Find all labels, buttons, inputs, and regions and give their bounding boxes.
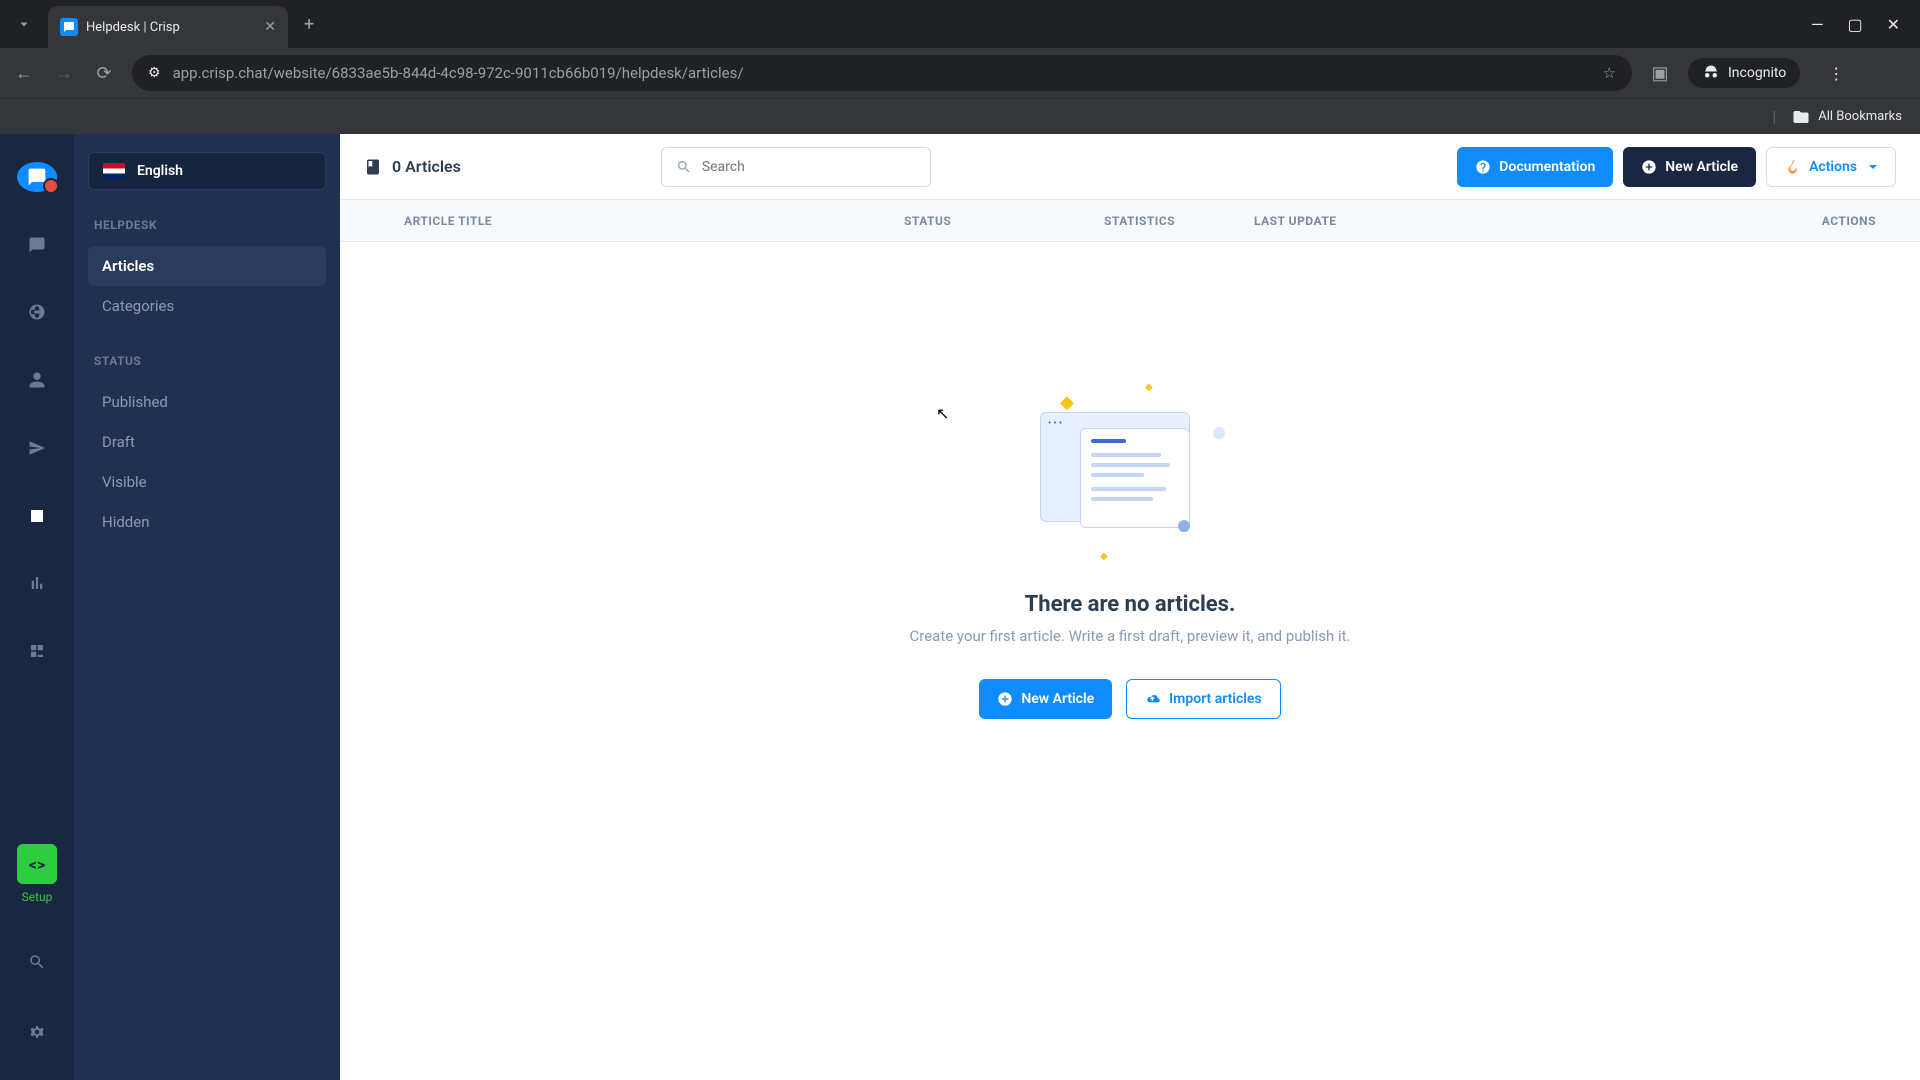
incognito-badge[interactable]: Incognito bbox=[1688, 58, 1800, 88]
main-content: 0 Articles Documentation New Article Act… bbox=[340, 134, 1920, 1080]
tab-search-button[interactable] bbox=[0, 0, 48, 48]
site-settings-icon[interactable]: ⚙ bbox=[148, 65, 161, 81]
search-icon bbox=[676, 159, 692, 175]
sidebar: English HELPDESK Articles Categories STA… bbox=[74, 134, 340, 1080]
tab-close-icon[interactable]: ✕ bbox=[264, 19, 276, 35]
sidebar-item-visible[interactable]: Visible bbox=[88, 462, 326, 502]
col-statistics: STATISTICS bbox=[1104, 214, 1254, 228]
sparkle-icon: ◆ bbox=[1145, 382, 1153, 393]
rail-helpdesk-icon[interactable] bbox=[17, 501, 57, 531]
bookmarks-bar: | All Bookmarks bbox=[0, 98, 1920, 134]
tab-title: Helpdesk | Crisp bbox=[86, 20, 256, 35]
table-header: ARTICLE TITLE STATUS STATISTICS LAST UPD… bbox=[340, 200, 1920, 242]
reload-button[interactable]: ⟳ bbox=[92, 63, 116, 84]
sidebar-item-articles[interactable]: Articles bbox=[88, 246, 326, 286]
incognito-icon bbox=[1702, 64, 1720, 82]
language-selector[interactable]: English bbox=[88, 152, 326, 190]
rail-plugins-icon[interactable] bbox=[17, 636, 57, 666]
empty-new-article-button[interactable]: New Article bbox=[979, 679, 1112, 719]
rail-contacts-icon[interactable] bbox=[17, 365, 57, 395]
crisp-logo[interactable] bbox=[17, 162, 57, 192]
col-last-update: LAST UPDATE bbox=[1254, 214, 1454, 228]
plus-circle-icon bbox=[1641, 159, 1657, 175]
maximize-icon[interactable]: ▢ bbox=[1847, 15, 1862, 34]
icon-rail: <> Setup bbox=[0, 134, 74, 1080]
illustration-dot bbox=[1178, 520, 1190, 532]
col-status: STATUS bbox=[904, 214, 1104, 228]
rail-search-icon[interactable] bbox=[17, 942, 57, 982]
side-panel-icon[interactable]: ▣ bbox=[1648, 63, 1672, 84]
folder-icon bbox=[1792, 108, 1810, 126]
article-count-text: 0 Articles bbox=[392, 157, 461, 176]
browser-tab[interactable]: Helpdesk | Crisp ✕ bbox=[48, 6, 288, 48]
language-label: English bbox=[137, 163, 183, 179]
sidebar-item-hidden[interactable]: Hidden bbox=[88, 502, 326, 542]
flame-icon bbox=[1785, 159, 1801, 175]
col-actions: ACTIONS bbox=[1822, 214, 1896, 228]
new-article-label: New Article bbox=[1665, 159, 1738, 175]
plus-circle-icon bbox=[997, 691, 1013, 707]
new-tab-button[interactable]: + bbox=[288, 14, 330, 35]
sidebar-item-published[interactable]: Published bbox=[88, 382, 326, 422]
tab-favicon-icon bbox=[60, 18, 78, 36]
help-icon bbox=[1475, 159, 1491, 175]
browser-tab-strip: Helpdesk | Crisp ✕ + — ▢ ✕ bbox=[0, 0, 1920, 48]
actions-dropdown[interactable]: Actions bbox=[1766, 147, 1896, 187]
empty-title: There are no articles. bbox=[1025, 592, 1236, 617]
documentation-button[interactable]: Documentation bbox=[1457, 147, 1613, 187]
bookmark-star-icon[interactable]: ☆ bbox=[1603, 64, 1616, 82]
sparkle-icon: ◆ bbox=[1100, 551, 1108, 562]
toolbar: 0 Articles Documentation New Article Act… bbox=[340, 134, 1920, 200]
rail-campaigns-icon[interactable] bbox=[17, 433, 57, 463]
back-button[interactable]: ← bbox=[12, 63, 36, 84]
window-controls: — ▢ ✕ bbox=[1811, 15, 1920, 34]
article-count: 0 Articles bbox=[364, 157, 461, 176]
actions-label: Actions bbox=[1809, 159, 1857, 175]
illustration-document bbox=[1080, 428, 1190, 528]
new-article-button[interactable]: New Article bbox=[1623, 147, 1756, 187]
rail-analytics-icon[interactable] bbox=[17, 569, 57, 599]
incognito-label: Incognito bbox=[1728, 65, 1786, 81]
col-article-title: ARTICLE TITLE bbox=[364, 214, 904, 228]
minimize-icon[interactable]: — bbox=[1811, 15, 1824, 34]
import-articles-label: Import articles bbox=[1169, 691, 1261, 707]
rail-globe-icon[interactable] bbox=[17, 298, 57, 328]
illustration-dot bbox=[1213, 427, 1225, 439]
sidebar-item-draft[interactable]: Draft bbox=[88, 422, 326, 462]
illustration-dots: ••• bbox=[1048, 418, 1064, 429]
empty-illustration: ◆ ◆ ◆ ••• bbox=[1030, 382, 1230, 562]
import-articles-button[interactable]: Import articles bbox=[1126, 679, 1280, 719]
url-text: app.crisp.chat/website/6833ae5b-844d-4c9… bbox=[173, 64, 744, 82]
browser-toolbar: ← → ⟳ ⚙ app.crisp.chat/website/6833ae5b-… bbox=[0, 48, 1920, 98]
all-bookmarks-label: All Bookmarks bbox=[1818, 109, 1902, 124]
search-input[interactable] bbox=[702, 159, 916, 175]
sidebar-section-status: STATUS bbox=[94, 354, 326, 368]
rail-settings-icon[interactable] bbox=[17, 1012, 57, 1052]
cloud-upload-icon bbox=[1145, 691, 1161, 707]
forward-button[interactable]: → bbox=[52, 63, 76, 84]
chat-bubble-icon bbox=[27, 167, 47, 187]
uk-flag-icon bbox=[103, 163, 125, 179]
documentation-label: Documentation bbox=[1499, 159, 1595, 175]
all-bookmarks-button[interactable]: All Bookmarks bbox=[1792, 108, 1902, 126]
address-bar[interactable]: ⚙ app.crisp.chat/website/6833ae5b-844d-4… bbox=[132, 55, 1632, 91]
sparkle-icon: ◆ bbox=[1060, 392, 1074, 413]
empty-state: ◆ ◆ ◆ ••• There are no articles. Create … bbox=[340, 242, 1920, 1080]
setup-label: Setup bbox=[17, 890, 57, 904]
browser-menu-icon[interactable]: ⋮ bbox=[1816, 64, 1856, 83]
code-icon: <> bbox=[17, 844, 57, 884]
empty-new-article-label: New Article bbox=[1021, 691, 1094, 707]
rail-inbox-icon[interactable] bbox=[17, 230, 57, 260]
search-box[interactable] bbox=[661, 147, 931, 187]
close-window-icon[interactable]: ✕ bbox=[1887, 15, 1900, 34]
sidebar-item-categories[interactable]: Categories bbox=[88, 286, 326, 326]
sidebar-section-helpdesk: HELPDESK bbox=[94, 218, 326, 232]
divider: | bbox=[1772, 107, 1776, 126]
rail-setup[interactable]: <> Setup bbox=[17, 844, 57, 904]
empty-subtitle: Create your first article. Write a first… bbox=[910, 627, 1351, 645]
book-icon bbox=[364, 158, 382, 176]
